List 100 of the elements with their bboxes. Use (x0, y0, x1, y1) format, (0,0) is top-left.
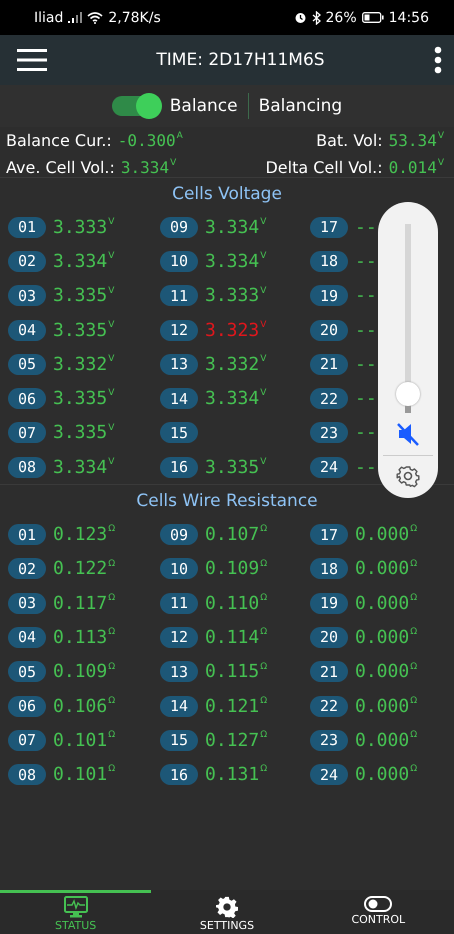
cell-number: 14 (160, 388, 198, 410)
unit-label: Ω (410, 764, 418, 774)
balance-switch[interactable] (112, 96, 160, 116)
cell-number: 16 (160, 456, 198, 478)
unit-label: Ω (108, 558, 116, 569)
cell-number: 13 (160, 354, 198, 375)
cell-number: 02 (8, 250, 46, 272)
cell-value: 0.000 (355, 558, 410, 580)
unit-label: V (260, 457, 266, 468)
stat-label: Balance Cur.: (6, 131, 112, 150)
cell-value: 3.332 (53, 354, 108, 375)
cell-number: 08 (8, 764, 46, 786)
cell-number: 23 (310, 730, 348, 751)
battery-percent: 26% (326, 10, 357, 26)
more-options-icon[interactable] (434, 46, 442, 74)
stat-label: Ave. Cell Vol.: (6, 158, 115, 177)
unit-label: Ω (108, 627, 116, 638)
cell-value: 3.334 (53, 250, 108, 272)
cell-value: 0.115 (205, 661, 260, 682)
cell-value: 0.000 (355, 626, 410, 648)
cell-number: 08 (8, 456, 46, 478)
cell-value: 3.323 (205, 320, 260, 341)
cell-value: -- (355, 388, 377, 410)
settings-icon[interactable] (396, 464, 420, 488)
cell-value: -- (355, 216, 377, 238)
cell-number: 05 (8, 661, 46, 682)
cell-number: 07 (8, 730, 46, 751)
cell-number: 21 (310, 354, 348, 375)
unit-label: V (260, 388, 266, 398)
cell-value: 0.101 (53, 730, 108, 751)
balance-label: Balance (170, 96, 238, 116)
speaker-muted-icon[interactable] (395, 421, 421, 447)
unit-label: Ω (410, 524, 418, 534)
cell-number: 11 (160, 285, 198, 306)
cell-value: -- (355, 250, 377, 272)
unit-label: Ω (108, 592, 116, 603)
cell-number: 02 (8, 558, 46, 580)
cell-value: 0.127 (205, 730, 260, 751)
cell-number: 04 (8, 320, 46, 341)
cell-value: 3.335 (53, 320, 108, 341)
menu-icon[interactable] (17, 49, 47, 71)
cell-value: 0.110 (205, 592, 260, 614)
cell-number: 24 (310, 764, 348, 786)
unit-label: V (170, 158, 176, 168)
cell-number: 03 (8, 285, 46, 306)
cell-number: 21 (310, 661, 348, 682)
cell-value: 3.335 (53, 422, 108, 444)
cell-value: 0.123 (53, 524, 108, 546)
cell-value: 3.334 (205, 250, 260, 272)
unit-label: V (108, 286, 114, 296)
cell-value: 0.000 (355, 764, 410, 786)
unit-label: V (260, 251, 266, 262)
stat-value: 0.014 (388, 158, 437, 177)
unit-label: Ω (410, 627, 418, 638)
cell-value: 0.109 (53, 661, 108, 682)
cell-number: 19 (310, 592, 348, 614)
cell-value: 0.131 (205, 764, 260, 786)
unit-label: Ω (108, 696, 116, 706)
unit-label: Ω (410, 696, 418, 706)
unit-label: Ω (260, 662, 268, 672)
unit-label: Ω (108, 524, 116, 534)
cell-value: 0.000 (355, 730, 410, 751)
tab[interactable]: STATUS (0, 890, 152, 934)
cell-number: 01 (8, 216, 46, 238)
unit-label: V (260, 286, 266, 296)
network-speed: 2,78K/s (108, 10, 161, 26)
cell-value: 0.114 (205, 626, 260, 648)
cell-number: 07 (8, 422, 46, 444)
cell-value: 0.000 (355, 592, 410, 614)
tab[interactable]: CONTROL (302, 890, 454, 934)
cell-value: 0.101 (53, 764, 108, 786)
cell-number: 24 (310, 456, 348, 478)
cell-value: 0.000 (355, 661, 410, 682)
unit-label: Ω (260, 696, 268, 706)
unit-label: Ω (410, 558, 418, 569)
cell-value: 3.334 (53, 456, 108, 478)
unit-label: V (108, 422, 114, 433)
tab[interactable]: SETTINGS (151, 890, 303, 934)
stat-value: 3.334 (120, 158, 170, 177)
unit-label: V (108, 320, 114, 330)
cell-value: 0.106 (53, 696, 108, 716)
cell-number: 06 (8, 696, 46, 716)
cell-value: 0.122 (53, 558, 108, 580)
monitor-icon (64, 896, 88, 918)
section-title: Cells Wire Resistance (135, 490, 319, 514)
cell-number: 04 (8, 626, 46, 648)
unit-label: Ω (410, 592, 418, 603)
cell-value: -- (355, 422, 377, 444)
cell-value: 3.334 (205, 388, 260, 410)
wifi-icon (87, 12, 104, 24)
unit-label: Ω (410, 730, 418, 740)
signal-icon (68, 12, 82, 23)
cell-number: 18 (310, 558, 348, 580)
cell-number: 12 (160, 320, 198, 341)
unit-label: V (108, 457, 114, 468)
cell-number: 06 (8, 388, 46, 410)
unit-label: V (260, 320, 266, 330)
unit-label: V (108, 354, 114, 364)
cell-value: 0.121 (205, 696, 260, 716)
unit-label: V (260, 217, 266, 227)
